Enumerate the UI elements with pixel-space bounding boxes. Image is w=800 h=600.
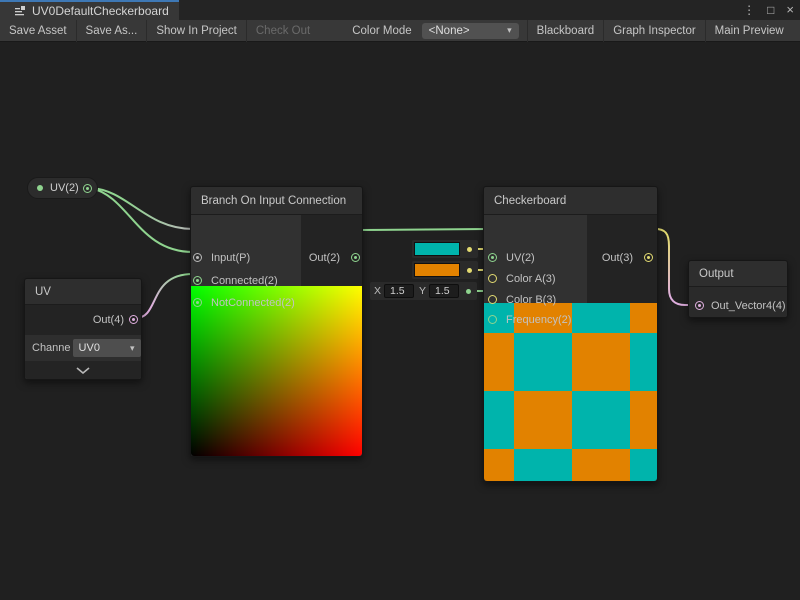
widget-port-housing <box>463 264 476 277</box>
port-label-notconnected: NotConnected(2) <box>211 295 295 311</box>
port-connected[interactable] <box>193 276 202 285</box>
node-output[interactable]: Output Out_Vector4(4) <box>688 260 788 318</box>
chevron-down-icon <box>76 367 90 374</box>
freq-x-label: X <box>372 285 381 297</box>
freq-y-label: Y <box>417 285 426 297</box>
port-label-colorb: Color B(3) <box>506 292 556 308</box>
port-label-out-vector4: Out_Vector4(4) <box>711 298 786 314</box>
port-label-out2: Out(2) <box>309 250 340 266</box>
node-title: Output <box>689 261 787 287</box>
port-label-out4: Out(4) <box>93 312 124 328</box>
port-label-frequency: Frequency(2) <box>506 312 571 328</box>
port-uvprop-out[interactable] <box>83 184 92 193</box>
color-a-swatch[interactable] <box>414 242 460 256</box>
port-label-uv2: UV(2) <box>506 250 535 266</box>
edge-checkerboard-to-output[interactable] <box>652 229 692 305</box>
edge-uvnode-to-notconnected[interactable] <box>136 274 193 318</box>
node-uv[interactable]: UV Out(4) Channe UV0 ▾ <box>24 278 142 380</box>
node-uv-property-pill[interactable]: UV(2) <box>27 177 98 199</box>
port-cb-colorb[interactable] <box>488 295 497 304</box>
node-checkerboard[interactable]: Checkerboard UV(2) Color A(3) Color B(3)… <box>483 186 658 482</box>
checkerboard-preview <box>484 303 657 481</box>
node-title: Checkerboard <box>484 187 657 215</box>
color-a-port-dot <box>467 247 472 252</box>
property-label: UV(2) <box>50 182 79 194</box>
edge-branch-to-checkerboard[interactable] <box>359 229 488 230</box>
preview-collapse-toggle[interactable] <box>25 361 141 379</box>
chevron-down-icon: ▾ <box>130 343 135 354</box>
port-cb-frequency[interactable] <box>488 315 497 324</box>
port-uv-out[interactable] <box>129 315 138 324</box>
port-cb-out[interactable] <box>644 253 653 262</box>
uv-channel-dropdown[interactable]: UV0 ▾ <box>73 339 141 357</box>
branch-uv-preview <box>191 286 362 456</box>
color-b-widget <box>412 261 478 279</box>
port-input-p[interactable] <box>193 253 202 262</box>
port-output-vector4[interactable] <box>695 301 704 310</box>
widget-port-housing <box>462 285 475 298</box>
port-branch-out[interactable] <box>351 253 360 262</box>
input-section <box>484 215 587 303</box>
node-title: Branch On Input Connection <box>191 187 362 215</box>
color-b-port-dot <box>467 268 472 273</box>
port-label-out3: Out(3) <box>602 250 633 266</box>
freq-y-input[interactable]: 1.5 <box>429 284 459 298</box>
color-b-swatch[interactable] <box>414 263 460 277</box>
frequency-widget: X 1.5 Y 1.5 <box>370 282 477 300</box>
node-title: UV <box>25 279 141 305</box>
port-cb-colora[interactable] <box>488 274 497 283</box>
port-cb-uv[interactable] <box>488 253 497 262</box>
channel-label: Channe <box>32 342 71 354</box>
widget-port-housing <box>463 243 476 256</box>
color-a-widget <box>412 240 478 258</box>
shader-graph-window: UV0DefaultCheckerboard ⋮ □ × Save Asset … <box>0 0 800 600</box>
port-label-input: Input(P) <box>211 250 250 266</box>
property-indicator-dot <box>37 185 43 191</box>
port-notconnected[interactable] <box>193 298 202 307</box>
freq-x-input[interactable]: 1.5 <box>384 284 414 298</box>
port-label-colora: Color A(3) <box>506 271 556 287</box>
port-label-connected: Connected(2) <box>211 273 278 289</box>
uv-channel-value: UV0 <box>79 342 100 354</box>
frequency-port-dot <box>466 289 471 294</box>
node-branch-on-input-connection[interactable]: Branch On Input Connection Input(P) Conn… <box>190 186 363 457</box>
edge-uvprop-to-connected[interactable] <box>91 188 193 252</box>
